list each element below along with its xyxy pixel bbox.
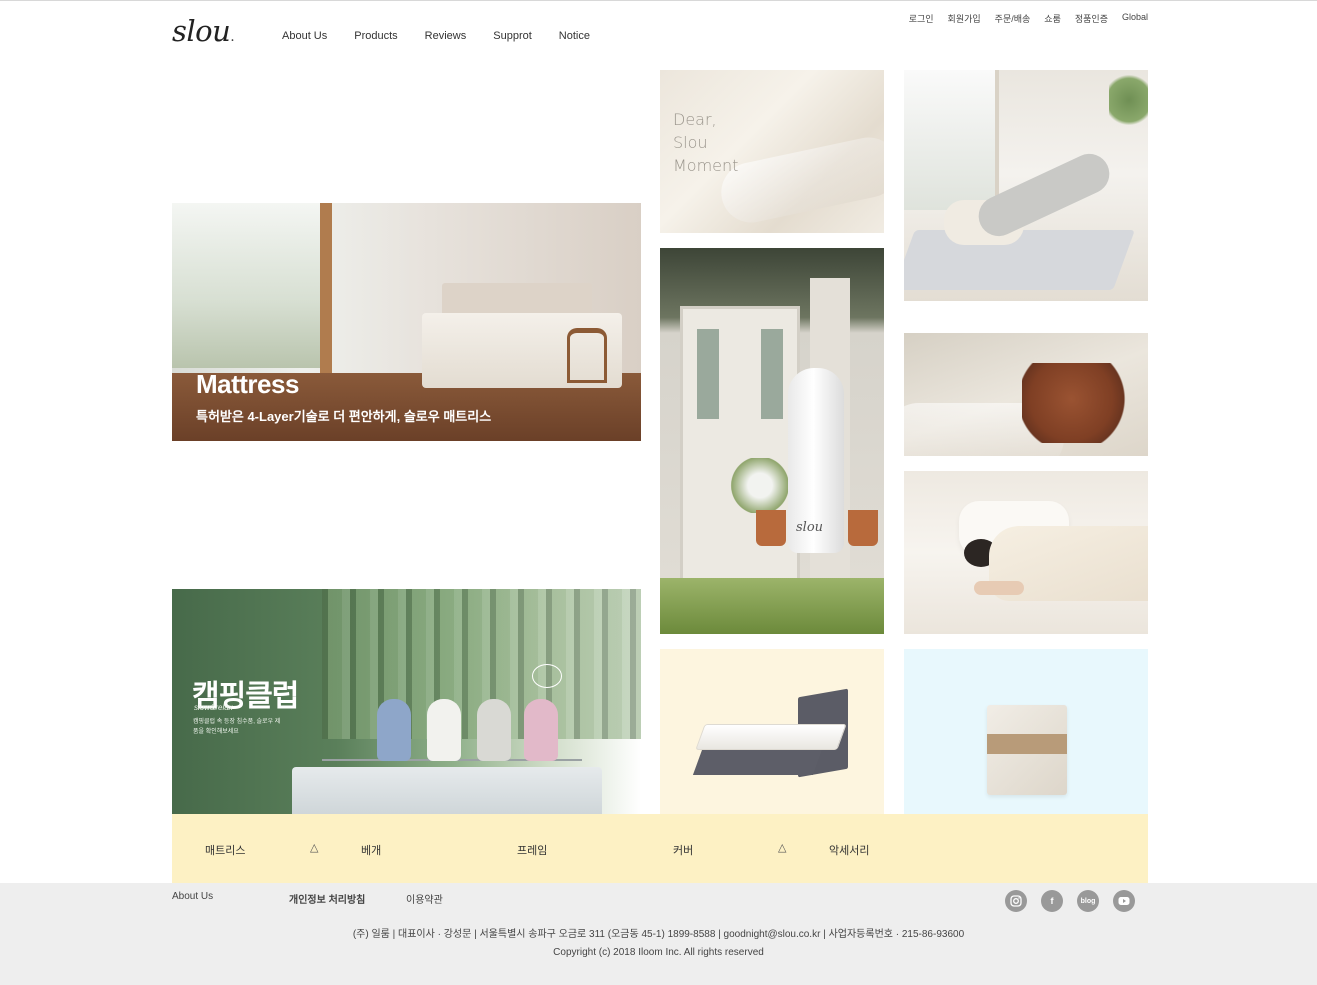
camping-club-banner[interactable]: 캠핑클럽 slow&relax 캠핑클럽 속 등장 침수품, 슬로우 제품을 확… [172, 589, 641, 814]
util-signup[interactable]: 회원가입 [948, 12, 981, 25]
top-border [0, 0, 1317, 1]
dog-on-bed-tile[interactable] [904, 333, 1148, 456]
mattress-subtitle: 특허받은 4-Layer기술로 더 편안하게, 슬로우 매트리스 [196, 409, 492, 424]
nav-support[interactable]: Supprot [493, 30, 532, 42]
person-figure [377, 699, 411, 761]
window-frame [320, 203, 332, 383]
instagram-icon[interactable] [1005, 890, 1027, 912]
main-nav: About Us Products Reviews Supprot Notice [282, 30, 590, 42]
copyright: Copyright (c) 2018 Iloom Inc. All rights… [553, 947, 764, 958]
thought-bubble-icon [532, 664, 562, 688]
bed-mattress [695, 724, 847, 750]
nav-about-us[interactable]: About Us [282, 30, 327, 42]
front-door-image [680, 306, 800, 606]
category-pillow[interactable]: 베개 [361, 842, 381, 858]
social-links: f blog [1005, 890, 1135, 912]
camping-description: 캠핑클럽 속 등장 침수품, 슬로우 제품을 확인해보세요 [193, 719, 281, 735]
nav-reviews[interactable]: Reviews [425, 30, 467, 42]
person-figure [524, 699, 558, 761]
util-login[interactable]: 로그인 [909, 12, 934, 25]
category-mattress[interactable]: 매트리스 [205, 842, 245, 858]
util-order-delivery[interactable]: 주문/배송 [995, 12, 1031, 25]
company-info: (주) 일룸 | 대표이사 · 강성문 | 서울특별시 송파구 오금로 311 … [352, 929, 965, 940]
category-bar: 매트리스 △ 베개 프레임 커버 △ 악세서리 [172, 814, 1148, 883]
mattress-banner[interactable]: Mattress 특허받은 4-Layer기술로 더 편안하게, 슬로우 매트리… [172, 203, 641, 441]
car-roof-image [292, 767, 602, 814]
category-frame[interactable]: 프레임 [517, 842, 547, 858]
util-global[interactable]: Global [1122, 12, 1148, 25]
door-glass [761, 329, 783, 419]
rolled-mattress-bag: slou [788, 368, 844, 553]
footer: About Us 개인정보 처리방침 이용약관 f blog (주) 일룸 | … [0, 883, 1317, 985]
util-authentication[interactable]: 정품인증 [1075, 12, 1108, 25]
slou-logo[interactable]: slou. [172, 14, 235, 48]
footer-privacy-policy[interactable]: 개인정보 처리방침 [289, 891, 406, 906]
person-leg [974, 581, 1024, 595]
grass-image [660, 578, 884, 634]
bed-base [692, 747, 824, 775]
dear-slou-text: Dear, Slou Moment [673, 110, 739, 175]
window-image [172, 203, 327, 368]
window-door-image [904, 70, 999, 210]
product-band [987, 734, 1067, 754]
youtube-icon[interactable] [1113, 890, 1135, 912]
fabric-fold [715, 131, 884, 229]
mattress-title: Mattress [196, 369, 299, 399]
blog-icon[interactable]: blog [1077, 890, 1099, 912]
util-showroom[interactable]: 쇼룸 [1044, 12, 1061, 25]
dear-slou-moment-tile[interactable]: Dear, Slou Moment [660, 70, 884, 233]
category-accessory[interactable]: 악세서리 [829, 842, 869, 858]
utility-menu: 로그인 회원가입 주문/배송 쇼룸 정품인증 Global [909, 12, 1148, 25]
poodle-image [1022, 363, 1132, 443]
facebook-icon[interactable]: f [1041, 890, 1063, 912]
flower-pot [756, 510, 786, 546]
bed-frame-product-tile[interactable] [660, 649, 884, 814]
rolled-mattress-tile[interactable]: slou [660, 248, 884, 634]
person-figure [427, 699, 461, 761]
camping-signature: slow&relax [194, 703, 233, 712]
nav-notice[interactable]: Notice [559, 30, 590, 42]
floor-mattress-image [904, 230, 1135, 290]
flower-pot [848, 510, 878, 546]
lifestyle-mattress-tile[interactable] [904, 70, 1148, 301]
person-figure [477, 699, 511, 761]
footer-terms[interactable]: 이용약관 [406, 891, 443, 906]
category-cover[interactable]: 커버 [673, 842, 693, 858]
sleeping-person-tile[interactable] [904, 471, 1148, 634]
chair-image [567, 328, 607, 383]
footer-about-us[interactable]: About Us [172, 891, 289, 906]
hydrangea-image [730, 458, 790, 513]
bag-logo: slou [796, 520, 824, 535]
triangle-up-icon[interactable]: △ [310, 841, 318, 854]
accessory-product-tile[interactable] [904, 649, 1148, 814]
door-glass [697, 329, 719, 419]
nav-products[interactable]: Products [354, 30, 397, 42]
footer-links: About Us 개인정보 처리방침 이용약관 [172, 891, 443, 906]
triangle-up-icon[interactable]: △ [778, 841, 786, 854]
plant-image [1109, 70, 1148, 130]
